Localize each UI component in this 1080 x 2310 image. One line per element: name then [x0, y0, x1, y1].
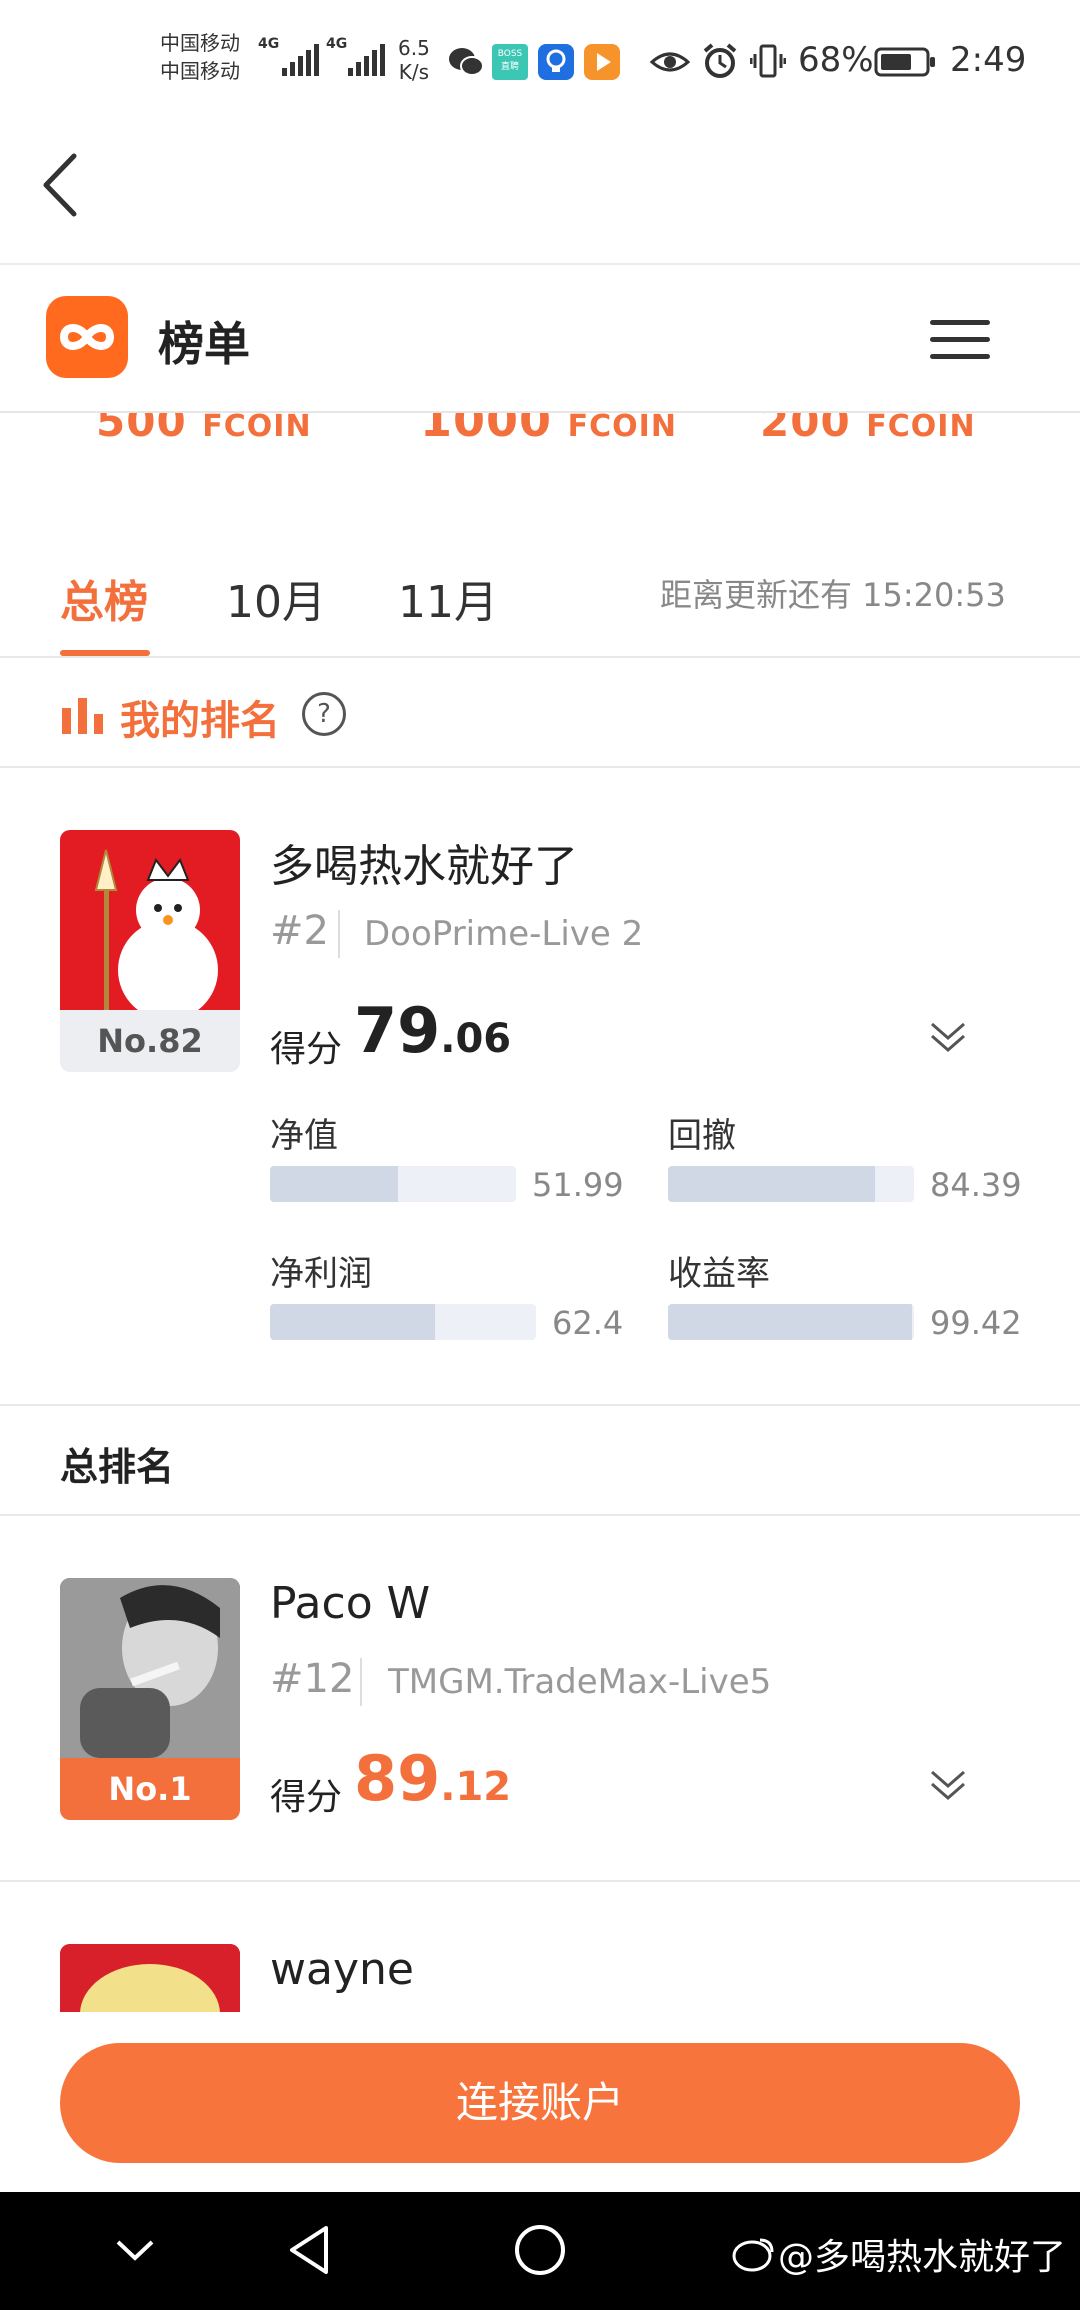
avatar: [60, 1578, 240, 1758]
update-countdown: 距离更新还有 15:20:53: [660, 576, 1006, 614]
menu-icon[interactable]: [930, 320, 990, 360]
app-logo: [46, 296, 128, 378]
my-rank-title: 我的排名: [120, 698, 280, 744]
chevron-down-icon[interactable]: [928, 1766, 968, 1806]
metric-bar: [668, 1304, 914, 1340]
carrier-1: 中国移动: [160, 31, 240, 55]
prize-strip: 500 FCOIN 1000 FCOIN 200 FCOIN: [0, 413, 1080, 453]
metric-bar-fill: [270, 1304, 435, 1340]
overall-ranking-title: 总排名: [60, 1445, 175, 1489]
back-icon[interactable]: [36, 150, 86, 220]
ranking-list-item[interactable]: wayne: [0, 1882, 1080, 2012]
separator: [360, 1658, 362, 1706]
metric-bar: [270, 1304, 536, 1340]
server-name: DooPrime-Live 2: [364, 914, 644, 954]
score-value: 79.06: [354, 994, 512, 1067]
metric-bar: [668, 1166, 914, 1202]
user-rank-number: #2: [270, 908, 329, 954]
prize-third: 200 FCOIN: [760, 413, 976, 446]
portrait-photo: [60, 1578, 240, 1758]
avatar: [60, 1944, 240, 2012]
clock: 2:49: [950, 40, 1027, 80]
score-label: 得分: [270, 1777, 343, 1818]
user-name: 多喝热水就好了: [270, 841, 578, 892]
net-type-2: 4G: [326, 36, 348, 52]
metric-bar-fill: [270, 1166, 398, 1202]
metric-bar-fill: [668, 1166, 875, 1202]
status-bar: 中国移动 中国移动 4G 4G 6.5 K/s BOSS 直聘 68% 2:49: [0, 0, 1080, 120]
prize-second: 500 FCOIN: [96, 413, 312, 446]
metric-label: 回撤: [668, 1116, 736, 1156]
help-icon[interactable]: ?: [302, 692, 346, 736]
avatar: [60, 830, 240, 1010]
metric-label: 净利润: [270, 1254, 372, 1294]
signal-icon: [348, 38, 385, 76]
battery-icon: [874, 47, 935, 77]
ranking-list-item[interactable]: No.1 Paco W #12 TMGM.TradeMax-Live5 得分 8…: [0, 1516, 1080, 1880]
alarm-icon: [703, 43, 737, 78]
bar-chart-icon: [62, 698, 103, 734]
metric-label: 净值: [270, 1116, 338, 1156]
boss-app-icon: BOSS 直聘: [492, 44, 528, 80]
server-name: TMGM.TradeMax-Live5: [388, 1662, 772, 1702]
back-triangle-icon[interactable]: [284, 2222, 334, 2278]
chevron-down-icon[interactable]: [112, 2228, 158, 2274]
child-photo: [60, 1944, 240, 2012]
bulb-app-icon: [538, 44, 574, 80]
top-nav: [0, 120, 1080, 265]
infinity-icon: [60, 324, 114, 350]
metric-label: 收益率: [668, 1254, 770, 1294]
metric-value: 62.4: [552, 1304, 624, 1342]
score-value: 89.12: [354, 1742, 512, 1815]
tab-october[interactable]: 10月: [226, 566, 326, 630]
page-title: 榜单: [158, 317, 250, 371]
signal-icon: [282, 38, 319, 76]
home-circle-icon[interactable]: [512, 2222, 568, 2278]
my-rank-card[interactable]: No.82 多喝热水就好了 #2 DooPrime-Live 2 得分 79.0…: [0, 768, 1080, 1404]
watermark: @多喝热水就好了: [778, 2237, 1067, 2278]
metric-value: 99.42: [930, 1304, 1022, 1342]
video-app-icon: [584, 44, 620, 80]
metric-value: 84.39: [930, 1166, 1022, 1204]
separator: [338, 910, 340, 958]
tab-november[interactable]: 11月: [398, 566, 498, 630]
net-type-1: 4G: [258, 36, 280, 52]
metric-value: 51.99: [532, 1166, 624, 1204]
metric-bar-fill: [668, 1304, 912, 1340]
divider: [0, 656, 1080, 658]
connect-account-button[interactable]: 连接账户: [60, 2043, 1020, 2163]
divider: [0, 1404, 1080, 1406]
battery-percent: 68%: [798, 40, 874, 80]
user-name: wayne: [270, 1944, 414, 1995]
vibrate-icon: [750, 44, 786, 78]
system-nav-bar: @多喝热水就好了: [0, 2192, 1080, 2310]
tab-overall[interactable]: 总榜: [60, 566, 148, 630]
network-speed: 6.5 K/s: [398, 36, 430, 84]
rank-badge: No.82: [60, 1010, 240, 1072]
rank-badge: No.1: [60, 1758, 240, 1820]
wechat-icon: [449, 48, 484, 76]
carrier-2: 中国移动: [160, 59, 240, 83]
score-label: 得分: [270, 1029, 343, 1070]
snowman-mascot-icon: [94, 849, 218, 1010]
metric-bar: [270, 1166, 516, 1202]
user-name: Paco W: [270, 1578, 431, 1629]
weibo-logo-icon: [732, 2238, 774, 2272]
eye-icon: [650, 52, 690, 72]
chevron-down-icon[interactable]: [928, 1018, 968, 1058]
user-rank-number: #12: [270, 1656, 355, 1702]
prize-first: 1000 FCOIN: [420, 413, 677, 447]
